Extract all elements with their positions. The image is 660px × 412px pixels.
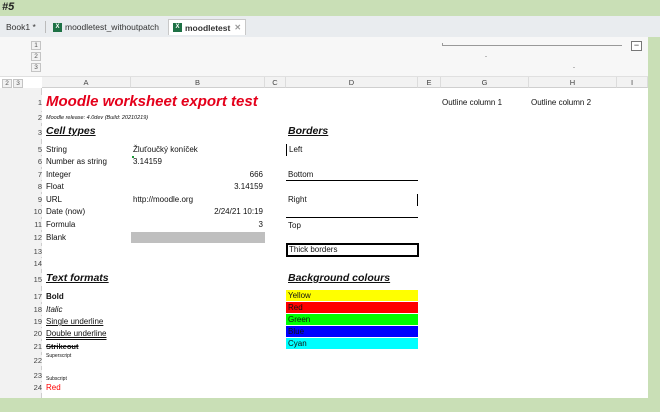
row-header[interactable]: 21 <box>28 341 42 352</box>
background-colour-cell[interactable]: Yellow <box>286 290 418 301</box>
outline-column-2[interactable]: Outline column 2 <box>531 97 591 108</box>
row-header[interactable]: 23 <box>28 370 42 381</box>
row-header[interactable]: 9 <box>28 194 42 205</box>
numstr-value[interactable]: 3.14159 <box>133 156 162 167</box>
borders-heading[interactable]: Borders <box>288 126 328 137</box>
string-label[interactable]: String <box>46 144 67 155</box>
italic-text[interactable]: Italic <box>46 304 62 315</box>
column-header-a[interactable]: A <box>42 77 131 88</box>
numstr-label[interactable]: Number as string <box>46 156 107 167</box>
row-header[interactable]: 7 <box>28 169 42 180</box>
tab-moodletest[interactable]: Xmoodletest ✕ <box>168 19 247 35</box>
column-header-i[interactable]: I <box>617 77 648 88</box>
cell-types-heading[interactable]: Cell types <box>46 126 96 137</box>
formula-value[interactable]: 3 <box>131 219 263 230</box>
red-text[interactable]: Red <box>46 382 61 393</box>
row-header[interactable]: 3 <box>28 126 42 139</box>
outline-dot <box>485 56 487 57</box>
tab-separator <box>45 21 46 33</box>
column-header-e[interactable]: E <box>418 77 441 88</box>
integer-label[interactable]: Integer <box>46 169 71 180</box>
outline-area: 1 2 3 − <box>0 37 648 77</box>
row-header[interactable]: 22 <box>28 355 42 366</box>
single-underline-text[interactable]: Single underline <box>46 316 103 327</box>
float-label[interactable]: Float <box>46 181 64 192</box>
right-edge <box>648 37 660 398</box>
background-colour-cell[interactable]: Red <box>286 302 418 313</box>
column-header-g[interactable]: G <box>441 77 529 88</box>
row-header[interactable]: 8 <box>28 181 42 192</box>
row-header[interactable]: 14 <box>28 258 42 269</box>
background-colour-cell[interactable]: Cyan <box>286 338 418 349</box>
double-underline-text[interactable]: Double underline <box>46 328 107 339</box>
thick-border-cell[interactable]: Thick borders <box>286 243 419 257</box>
tab-label: moodletest <box>185 22 231 33</box>
row-header[interactable]: 13 <box>28 246 42 257</box>
column-header-d[interactable]: D <box>286 77 418 88</box>
row-header[interactable]: 19 <box>28 316 42 327</box>
row-header[interactable]: 6 <box>28 156 42 167</box>
spreadsheet-icon: X <box>53 22 62 32</box>
blank-cell[interactable] <box>131 232 265 243</box>
bold-text[interactable]: Bold <box>46 291 64 302</box>
column-header-c[interactable]: C <box>265 77 286 88</box>
superscript-text[interactable]: Superscript <box>46 351 71 362</box>
background-colour-cell[interactable]: Green <box>286 314 418 325</box>
formula-label[interactable]: Formula <box>46 219 75 230</box>
right-border-cell[interactable]: Right <box>286 194 418 206</box>
outline-bracket-line <box>442 45 622 46</box>
string-value[interactable]: Žluťoučký koníček <box>133 144 198 155</box>
row-header[interactable]: 2 <box>28 112 42 123</box>
url-label[interactable]: URL <box>46 194 62 205</box>
background-colours-heading[interactable]: Background colours <box>288 273 390 284</box>
row-header[interactable]: 17 <box>28 291 42 302</box>
outline-level-3-button[interactable]: 3 <box>31 63 41 72</box>
top-border-cell[interactable]: Top <box>286 217 418 230</box>
date-value[interactable]: 2/24/21 10:19 <box>131 206 263 217</box>
row-header[interactable]: 24 <box>28 382 42 393</box>
window-label: #5 <box>2 1 15 13</box>
row-header[interactable]: 1 <box>28 95 42 111</box>
tab-moodletest-withoutpatch[interactable]: Xmoodletest_withoutpatch <box>49 19 163 35</box>
row-header[interactable]: 18 <box>28 304 42 315</box>
integer-value[interactable]: 666 <box>131 169 263 180</box>
url-value[interactable]: http://moodle.org <box>133 194 193 205</box>
outline-column-1[interactable]: Outline column 1 <box>442 97 502 108</box>
outline-collapse-button[interactable]: − <box>631 41 642 51</box>
text-formats-heading[interactable]: Text formats <box>46 273 109 284</box>
sheet-title[interactable]: Moodle worksheet export test <box>46 94 258 110</box>
row-header[interactable]: 10 <box>28 206 42 217</box>
column-header-h[interactable]: H <box>529 77 617 88</box>
bottom-border-cell[interactable]: Bottom <box>286 169 418 181</box>
outline-dot <box>573 67 575 68</box>
background-colour-cell[interactable]: Blue <box>286 326 418 337</box>
row-header[interactable]: 20 <box>28 328 42 339</box>
column-header-b[interactable]: B <box>131 77 265 88</box>
outline-level-1-button[interactable]: 1 <box>31 41 41 50</box>
close-icon[interactable]: ✕ <box>234 23 241 32</box>
row-header[interactable]: 5 <box>28 144 42 155</box>
row-header[interactable]: 12 <box>28 232 42 243</box>
left-border-cell[interactable]: Left <box>286 144 302 156</box>
tab-book1[interactable]: Book1 * <box>2 19 40 35</box>
row-header[interactable]: 11 <box>28 219 42 230</box>
release-info[interactable]: Moodle release: 4.0dev (Build: 20210219) <box>46 113 148 124</box>
date-label[interactable]: Date (now) <box>46 206 85 217</box>
worksheet[interactable]: 1 2 3 − 2 3 A B C D E G H I 1 2 3 5 6 7 … <box>0 37 648 398</box>
outline-level-2-button[interactable]: 2 <box>31 52 41 61</box>
spreadsheet-icon: X <box>173 23 182 32</box>
row-header[interactable]: 15 <box>28 273 42 286</box>
float-value[interactable]: 3.14159 <box>131 181 263 192</box>
tab-label: moodletest_withoutpatch <box>65 22 160 32</box>
row-outline-level-3-button[interactable]: 3 <box>13 79 23 88</box>
row-outline-level-2-button[interactable]: 2 <box>2 79 12 88</box>
tab-bar: Book1 * Xmoodletest_withoutpatch Xmoodle… <box>0 16 660 37</box>
tab-label: Book1 * <box>6 22 36 32</box>
blank-label[interactable]: Blank <box>46 232 66 243</box>
